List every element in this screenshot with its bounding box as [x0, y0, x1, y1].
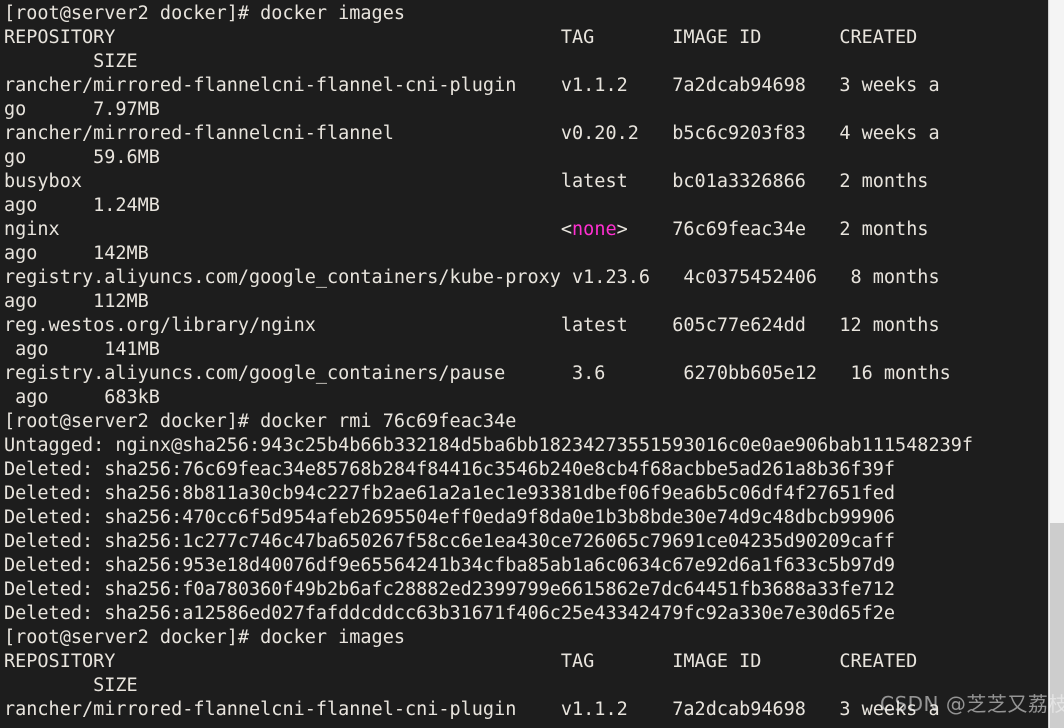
terminal-line: busybox latest bc01a3326866 2 months: [4, 170, 1048, 194]
terminal-text-segment: [root@server2 docker]# docker images: [4, 3, 405, 24]
terminal-line: registry.aliyuncs.com/google_containers/…: [4, 266, 1048, 290]
terminal-text-segment: nginx <: [4, 219, 573, 240]
terminal-text-segment: ago 141MB: [4, 339, 160, 360]
scrollbar-track-upper[interactable]: [1050, 0, 1064, 523]
terminal-text-segment: [root@server2 docker]# docker images: [4, 627, 405, 648]
terminal-line: ago 142MB: [4, 242, 1048, 266]
terminal-text-segment: Untagged: nginx@sha256:943c25b4b66b33218…: [4, 435, 974, 456]
terminal-line: Untagged: nginx@sha256:943c25b4b66b33218…: [4, 434, 1048, 458]
terminal-text-segment: > 76c69feac34e 2 months: [616, 219, 929, 240]
terminal-line: [root@server2 docker]# docker images: [4, 626, 1048, 650]
vertical-scrollbar[interactable]: [1048, 0, 1064, 728]
terminal-line: nginx <none> 76c69feac34e 2 months: [4, 218, 1048, 242]
terminal-none-tag: none: [572, 219, 617, 240]
terminal-text-segment: ago 1.24MB: [4, 195, 160, 216]
terminal-line: Deleted: sha256:a12586ed027fafddcddcc63b…: [4, 602, 1048, 626]
terminal-text-segment: SIZE: [4, 675, 138, 696]
terminal-text-segment: rancher/mirrored-flannelcni-flannel-cni-…: [4, 75, 940, 96]
terminal-text-segment: go 7.97MB: [4, 99, 160, 120]
terminal-text-segment: [root@server2 docker]# docker rmi 76c69f…: [4, 411, 517, 432]
terminal-line: ago 112MB: [4, 290, 1048, 314]
terminal-text-segment: busybox latest bc01a3326866 2 months: [4, 171, 929, 192]
terminal-line: Deleted: sha256:953e18d40076df9e65564241…: [4, 554, 1048, 578]
terminal-line: go 7.97MB: [4, 98, 1048, 122]
terminal-line: Deleted: sha256:470cc6f5d954afeb2695504e…: [4, 506, 1048, 530]
terminal-line: Deleted: sha256:76c69feac34e85768b284f84…: [4, 458, 1048, 482]
terminal-text-segment: registry.aliyuncs.com/google_containers/…: [4, 363, 951, 384]
terminal-line: REPOSITORY TAG IMAGE ID CREATED: [4, 650, 1048, 674]
terminal-text-segment: go 59.6MB: [4, 147, 160, 168]
terminal-text-segment: registry.aliyuncs.com/google_containers/…: [4, 267, 940, 288]
terminal-line: [root@server2 docker]# docker images: [4, 2, 1048, 26]
terminal-text-segment: Deleted: sha256:f0a780360f49b2b6afc28882…: [4, 579, 896, 600]
terminal-text-segment: ago 112MB: [4, 291, 149, 312]
terminal-text-segment: ago 683kB: [4, 387, 160, 408]
terminal-line: ago 1.24MB: [4, 194, 1048, 218]
terminal-line: go 59.6MB: [4, 146, 1048, 170]
terminal-output-area[interactable]: [root@server2 docker]# docker images REPO…: [0, 0, 1048, 728]
terminal-text-segment: Deleted: sha256:953e18d40076df9e65564241…: [4, 555, 896, 576]
terminal-text-segment: REPOSITORY TAG IMAGE ID CREATED: [4, 651, 918, 672]
terminal-line: rancher/mirrored-flannelcni-flannel-cni-…: [4, 698, 1048, 722]
terminal-line: ago 683kB: [4, 386, 1048, 410]
terminal-line: Deleted: sha256:8b811a30cb94c227fb2ae61a…: [4, 482, 1048, 506]
terminal-text-segment: Deleted: sha256:a12586ed027fafddcddcc63b…: [4, 603, 896, 624]
terminal-text-segment: REPOSITORY TAG IMAGE ID CREATED: [4, 27, 918, 48]
terminal-line: Deleted: sha256:f0a780360f49b2b6afc28882…: [4, 578, 1048, 602]
terminal-line: SIZE: [4, 50, 1048, 74]
terminal-text-segment: reg.westos.org/library/nginx latest 605c…: [4, 315, 940, 336]
scrollbar-thumb[interactable]: [1050, 523, 1064, 728]
terminal-text-segment: Deleted: sha256:8b811a30cb94c227fb2ae61a…: [4, 483, 896, 504]
terminal-text-segment: rancher/mirrored-flannelcni-flannel-cni-…: [4, 699, 940, 720]
terminal-line: rancher/mirrored-flannelcni-flannel v0.2…: [4, 122, 1048, 146]
terminal-line: rancher/mirrored-flannelcni-flannel-cni-…: [4, 74, 1048, 98]
terminal-text-segment: SIZE: [4, 51, 138, 72]
terminal-line: [root@server2 docker]# docker rmi 76c69f…: [4, 410, 1048, 434]
terminal-text-segment: Deleted: sha256:470cc6f5d954afeb2695504e…: [4, 507, 896, 528]
terminal-text-segment: rancher/mirrored-flannelcni-flannel v0.2…: [4, 123, 940, 144]
terminal-text-segment: Deleted: sha256:1c277c746c47ba650267f58c…: [4, 531, 896, 552]
terminal-text-segment: Deleted: sha256:76c69feac34e85768b284f84…: [4, 459, 896, 480]
terminal-line: registry.aliyuncs.com/google_containers/…: [4, 362, 1048, 386]
terminal-window[interactable]: [root@server2 docker]# docker images REPO…: [0, 0, 1064, 728]
terminal-line: REPOSITORY TAG IMAGE ID CREATED: [4, 26, 1048, 50]
terminal-text-segment: ago 142MB: [4, 243, 149, 264]
terminal-line: ago 141MB: [4, 338, 1048, 362]
terminal-line: SIZE: [4, 674, 1048, 698]
terminal-line: Deleted: sha256:1c277c746c47ba650267f58c…: [4, 530, 1048, 554]
terminal-line: reg.westos.org/library/nginx latest 605c…: [4, 314, 1048, 338]
